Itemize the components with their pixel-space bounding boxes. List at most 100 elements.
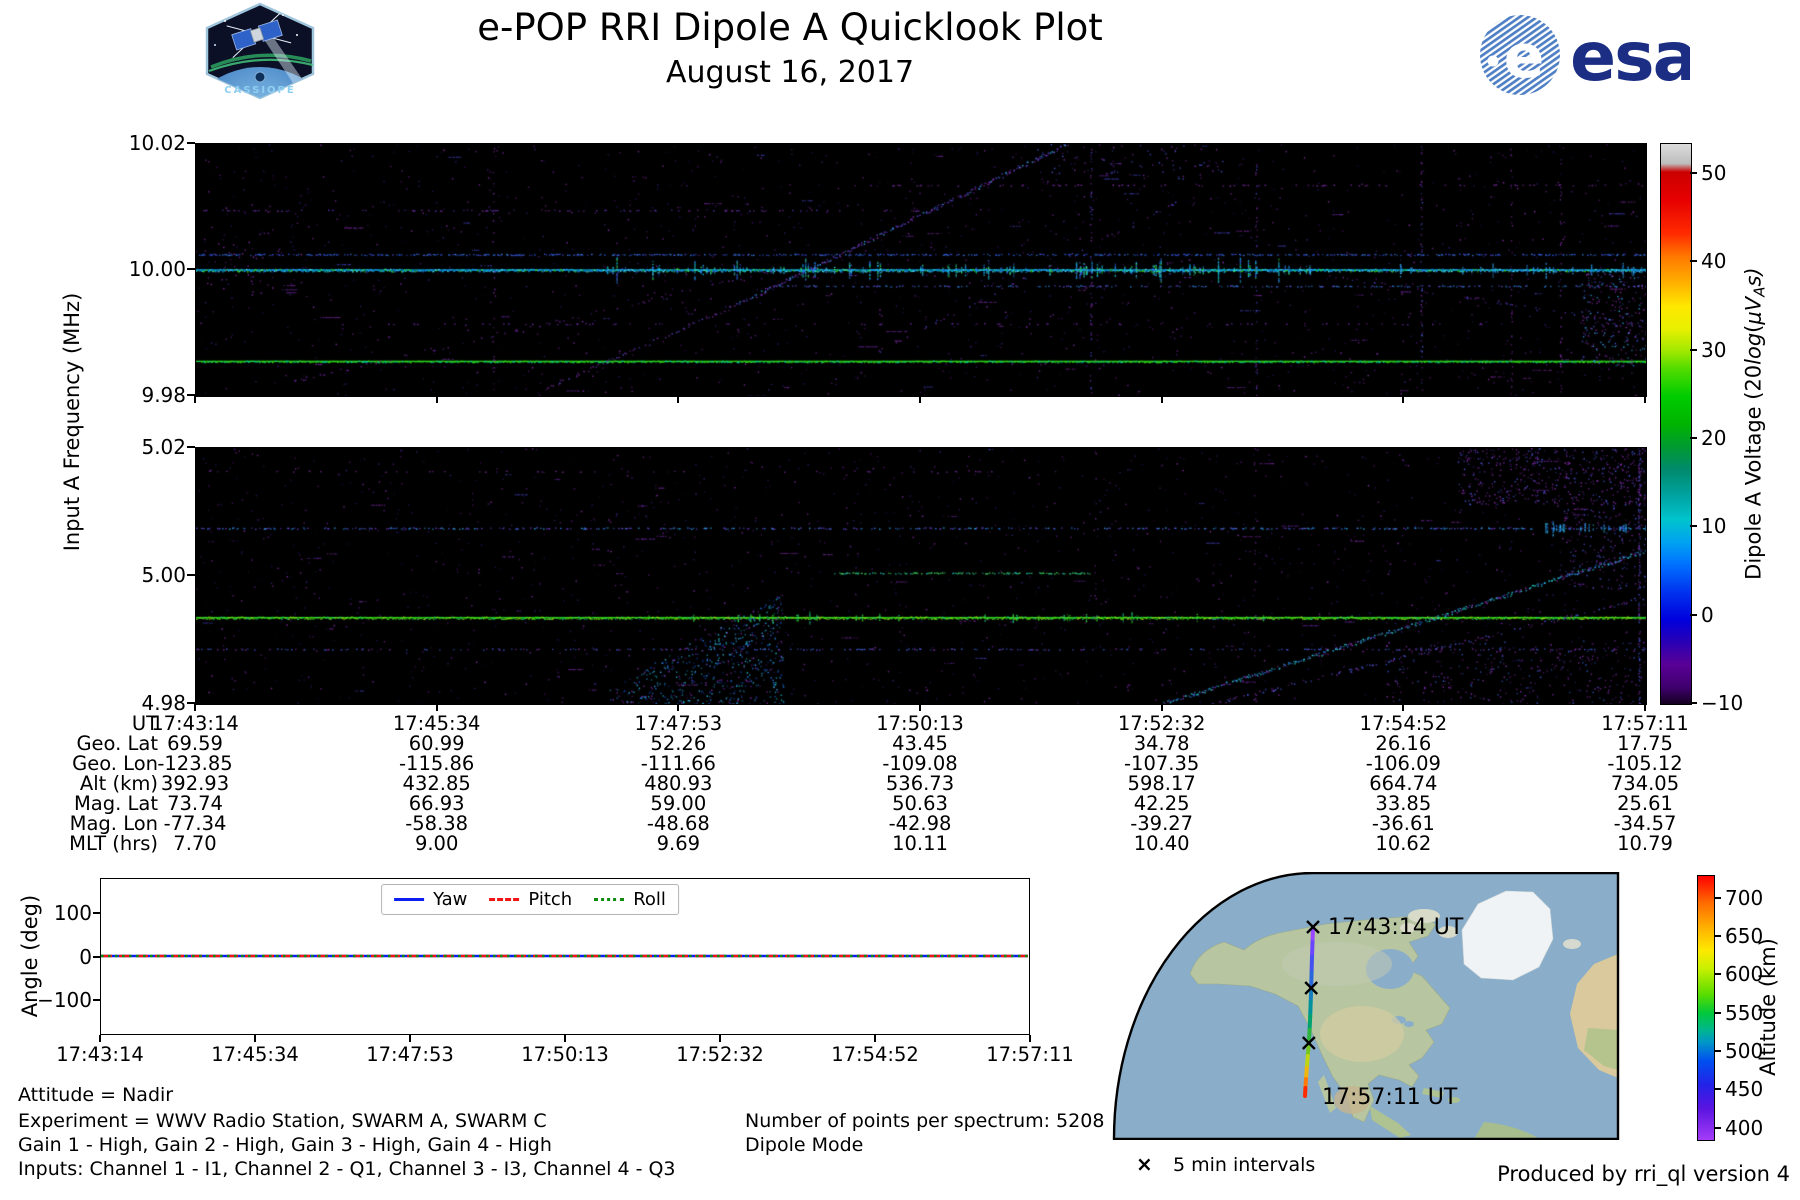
ground-track-map: 17:43:14 UT 17:57:11 UT bbox=[1112, 872, 1620, 1140]
legend-label: Pitch bbox=[528, 889, 572, 910]
time-tick-mark bbox=[194, 396, 196, 403]
time-tick-mark bbox=[1161, 396, 1163, 403]
experiment-text: Experiment = WWV Radio Station, SWARM A,… bbox=[18, 1110, 547, 1132]
legend-line-pitch bbox=[489, 898, 519, 901]
altitude-tick-mark bbox=[1715, 897, 1721, 899]
colorbar-tick-mark bbox=[1690, 525, 1697, 527]
time-tick-mark bbox=[919, 704, 921, 711]
altitude-colorbar bbox=[1697, 875, 1715, 1141]
time-tick-mark bbox=[677, 396, 679, 403]
colorbar-tick-mark bbox=[1690, 437, 1697, 439]
time-tick-mark bbox=[1402, 704, 1404, 711]
ephemeris-cell: 536.73 bbox=[835, 774, 1005, 794]
spectrogram-panel-10mhz bbox=[195, 143, 1647, 397]
cb-label-muv: μV bbox=[1741, 297, 1765, 325]
legend-item-roll: Roll bbox=[594, 889, 666, 910]
legend-line-yaw bbox=[394, 898, 424, 901]
ephemeris-cell: 69.59 bbox=[110, 734, 280, 754]
esa-logo-text: esa bbox=[1570, 18, 1690, 96]
ephemeris-cell: 17:54:52 bbox=[1318, 714, 1488, 734]
ephemeris-cell: 7.70 bbox=[110, 834, 280, 854]
ephemeris-cell: 17:57:11 bbox=[1560, 714, 1730, 734]
frequency-tick-label: 10.02 bbox=[108, 131, 186, 155]
esa-logo: e esa bbox=[1478, 14, 1690, 96]
ephemeris-cell: 9.00 bbox=[352, 834, 522, 854]
ephemeris-cell: -36.61 bbox=[1318, 814, 1488, 834]
inputs-text: Inputs: Channel 1 - I1, Channel 2 - Q1, … bbox=[18, 1158, 676, 1180]
frequency-tick-label: 5.02 bbox=[108, 435, 186, 459]
ephemeris-cell: 9.69 bbox=[593, 834, 763, 854]
ephemeris-cell: 42.25 bbox=[1077, 794, 1247, 814]
time-tick-mark bbox=[436, 396, 438, 403]
ephemeris-cell: 10.62 bbox=[1318, 834, 1488, 854]
points-per-spectrum-text: Number of points per spectrum: 5208 bbox=[745, 1110, 1104, 1132]
time-tick-mark bbox=[194, 704, 196, 711]
cb-label-suffix: s) bbox=[1741, 267, 1765, 286]
frequency-tick-mark bbox=[187, 446, 195, 448]
track-end-label: 17:57:11 UT bbox=[1322, 1085, 1458, 1110]
dipole-voltage-colorbar bbox=[1660, 143, 1692, 705]
ephemeris-cell: 664.74 bbox=[1318, 774, 1488, 794]
ephemeris-cell: -105.12 bbox=[1560, 754, 1730, 774]
ephemeris-cell: 17:43:14 bbox=[110, 714, 280, 734]
colorbar-tick-label: −10 bbox=[1701, 691, 1761, 715]
track-segment bbox=[1313, 927, 1314, 942]
ephemeris-cell: 17:52:32 bbox=[1077, 714, 1247, 734]
frequency-tick-label: 10.00 bbox=[108, 257, 186, 281]
time-tick-mark bbox=[1161, 704, 1163, 711]
interval-legend-text: 5 min intervals bbox=[1173, 1154, 1315, 1176]
ephemeris-cell: -123.85 bbox=[110, 754, 280, 774]
colorbar-tick-mark bbox=[1690, 349, 1697, 351]
ephemeris-cell: 432.85 bbox=[352, 774, 522, 794]
angle-time-tick-mark bbox=[874, 1035, 876, 1042]
attitude-text: Attitude = Nadir bbox=[18, 1084, 173, 1106]
ephemeris-cell: 17:47:53 bbox=[593, 714, 763, 734]
cb-label-log: log bbox=[1741, 333, 1765, 365]
angle-time-tick-mark bbox=[1029, 1035, 1031, 1042]
dipole-voltage-colorbar-label: Dipole A Voltage (20log(μVAs) bbox=[1741, 194, 1768, 654]
produced-by-text: Produced by rri_ql version 4 bbox=[1380, 1163, 1790, 1185]
ephemeris-cell: -39.27 bbox=[1077, 814, 1247, 834]
ephemeris-cell: 73.74 bbox=[110, 794, 280, 814]
page-title: e-POP RRI Dipole A Quicklook Plot bbox=[240, 6, 1340, 49]
angle-time-tick-label: 17:45:34 bbox=[195, 1043, 315, 1066]
track-segment bbox=[1310, 1002, 1311, 1016]
legend-label: Roll bbox=[633, 889, 666, 910]
ephemeris-cell: 34.78 bbox=[1077, 734, 1247, 754]
frequency-tick-mark bbox=[187, 574, 195, 576]
angle-time-tick-mark bbox=[99, 1035, 101, 1042]
angle-time-tick-label: 17:43:14 bbox=[40, 1043, 160, 1066]
angle-tick-mark bbox=[93, 999, 100, 1001]
colorbar-tick-mark bbox=[1690, 614, 1697, 616]
angle-tick-mark bbox=[93, 912, 100, 914]
angle-time-tick-mark bbox=[409, 1035, 411, 1042]
angle-time-tick-mark bbox=[564, 1035, 566, 1042]
ephemeris-cell: -106.09 bbox=[1318, 754, 1488, 774]
ephemeris-cell: 66.93 bbox=[352, 794, 522, 814]
ephemeris-cell: 25.61 bbox=[1560, 794, 1730, 814]
interval-marker-icon: × bbox=[1136, 1153, 1153, 1175]
angle-plot-legend: Yaw Pitch Roll bbox=[381, 884, 679, 915]
colorbar-tick-mark bbox=[1690, 172, 1697, 174]
angle-time-tick-label: 17:47:53 bbox=[350, 1043, 470, 1066]
ephemeris-cell: 52.26 bbox=[593, 734, 763, 754]
ephemeris-cell: 60.99 bbox=[352, 734, 522, 754]
colorbar-tick-label: 50 bbox=[1701, 161, 1761, 185]
ephemeris-cell: -107.35 bbox=[1077, 754, 1247, 774]
ephemeris-cell: -111.66 bbox=[593, 754, 763, 774]
cb-label-prefix: Dipole A Voltage (20 bbox=[1741, 365, 1765, 580]
angle-time-tick-label: 17:52:32 bbox=[660, 1043, 780, 1066]
ephemeris-cell: 392.93 bbox=[110, 774, 280, 794]
ephemeris-cell: 10.11 bbox=[835, 834, 1005, 854]
ephemeris-cell: 480.93 bbox=[593, 774, 763, 794]
frequency-axis-label: Input A Frequency (MHz) bbox=[60, 222, 84, 622]
legend-item-yaw: Yaw bbox=[394, 889, 467, 910]
spectrogram-panel-5mhz bbox=[195, 447, 1647, 705]
ephemeris-cell: -58.38 bbox=[352, 814, 522, 834]
frequency-tick-label: 5.00 bbox=[108, 563, 186, 587]
time-tick-mark bbox=[1644, 704, 1646, 711]
legend-item-pitch: Pitch bbox=[489, 889, 572, 910]
time-tick-mark bbox=[436, 704, 438, 711]
ephemeris-cell: -115.86 bbox=[352, 754, 522, 774]
angle-time-tick-label: 17:57:11 bbox=[970, 1043, 1090, 1066]
